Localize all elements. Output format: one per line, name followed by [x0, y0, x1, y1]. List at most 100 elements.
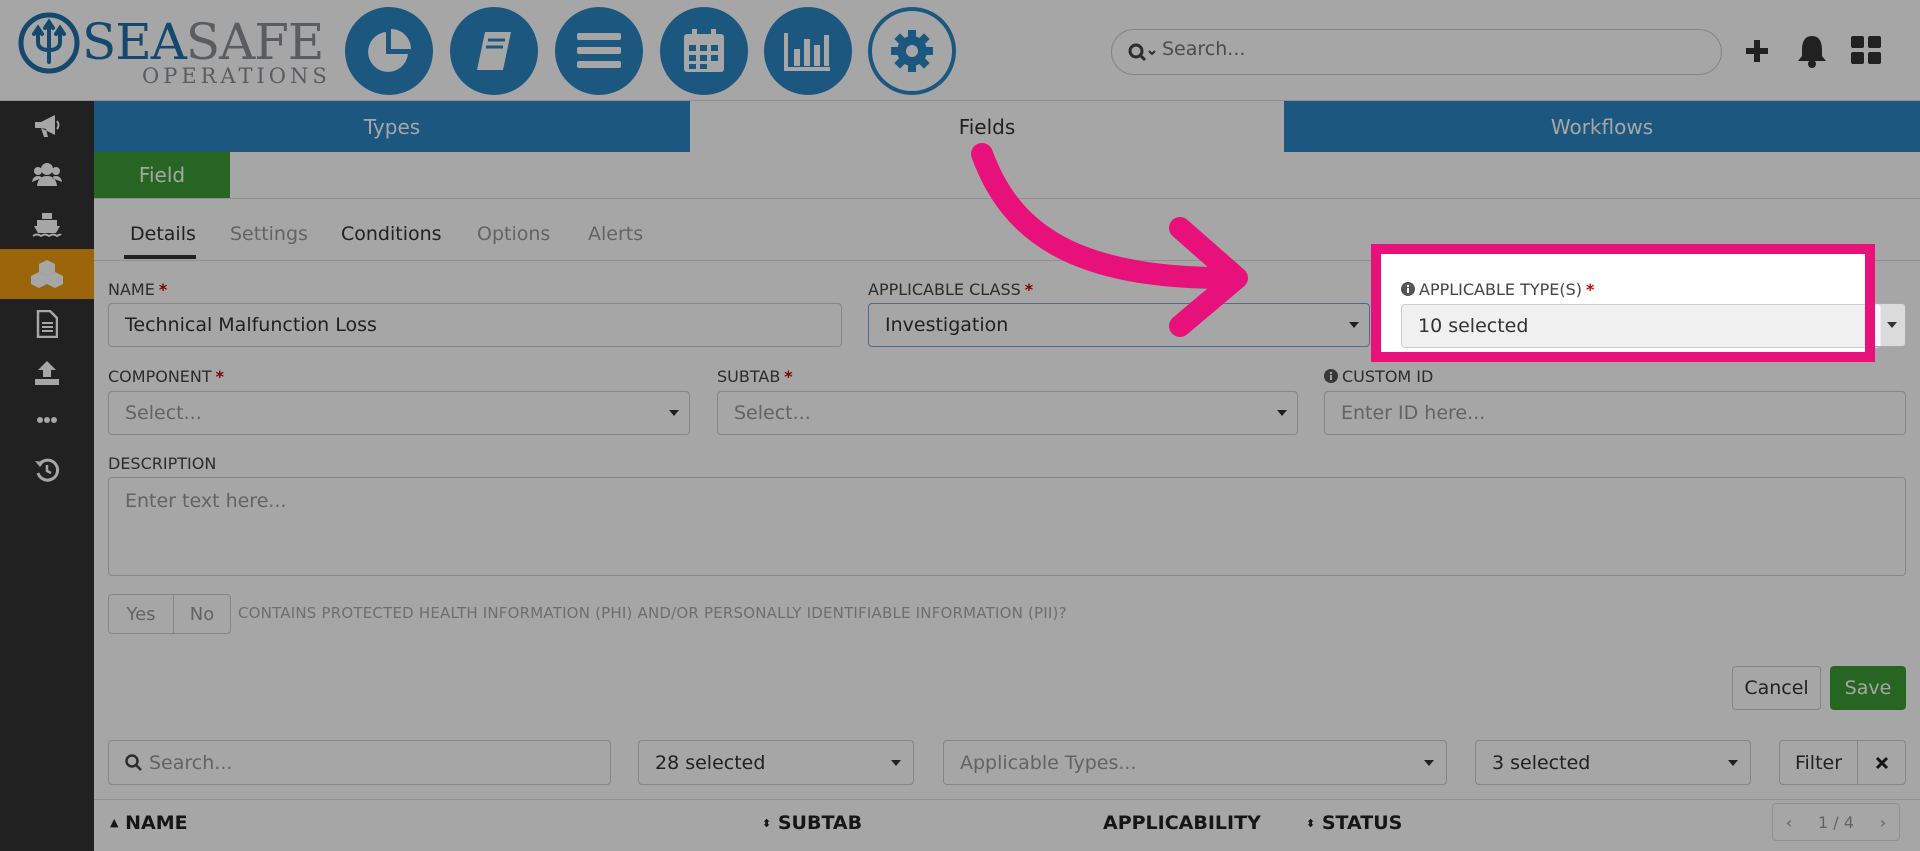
status-filter-value: 3 selected: [1492, 751, 1591, 774]
page-indicator: 1 / 4: [1818, 812, 1854, 832]
next-page-icon[interactable]: ›: [1880, 813, 1886, 832]
component-placeholder: Select...: [125, 402, 202, 424]
calendar-icon: [684, 29, 724, 72]
global-search-input[interactable]: [1162, 38, 1702, 60]
list-nav-button[interactable]: [555, 7, 643, 95]
subtab-settings[interactable]: Settings: [230, 223, 308, 245]
component-select[interactable]: Select...: [108, 391, 690, 435]
calendar-nav-button[interactable]: [660, 7, 748, 95]
brand-name: SEASAFE: [82, 13, 324, 71]
cubes-icon: [31, 260, 63, 288]
search-icon: [1128, 43, 1156, 62]
subtab-options[interactable]: Options: [477, 223, 550, 245]
sidebar-item-users[interactable]: [0, 149, 94, 199]
list-icon: [577, 33, 621, 68]
history-icon: [35, 458, 60, 482]
pie-chart-icon: [368, 29, 411, 72]
sidebar-item-more[interactable]: [0, 395, 94, 445]
component-filter-value: 28 selected: [655, 751, 766, 774]
bar-chart-icon: [784, 33, 830, 71]
types-filter-select[interactable]: Applicable Types...: [943, 740, 1447, 785]
seasafe-logo[interactable]: SEASAFE OPERATIONS: [18, 10, 327, 90]
caret-down-icon: [1349, 322, 1359, 328]
table-header: ▲ NAME ⬍ SUBTAB APPLICABILITY ⬍ STATUS: [94, 799, 1920, 851]
field-button[interactable]: Field: [94, 152, 230, 198]
phi-no-button[interactable]: No: [173, 594, 231, 634]
column-header-subtab[interactable]: ⬍ SUBTAB: [762, 812, 862, 834]
column-header-applicability: APPLICABILITY: [1103, 812, 1261, 834]
column-header-name[interactable]: ▲ NAME: [110, 812, 188, 834]
pagination: ‹ 1 / 4 ›: [1772, 803, 1900, 841]
subtab-details[interactable]: Details: [130, 223, 196, 245]
upload-icon: [35, 361, 59, 385]
description-label: DESCRIPTION: [108, 454, 217, 473]
subtab-alerts[interactable]: Alerts: [588, 223, 643, 245]
sort-icon: ⬍: [1306, 817, 1316, 830]
sidebar-item-announcements[interactable]: [0, 101, 94, 151]
subtab-select[interactable]: Select...: [717, 391, 1298, 435]
global-search[interactable]: [1111, 29, 1722, 75]
brand-subtitle: OPERATIONS: [142, 64, 331, 88]
left-sidebar: [0, 101, 94, 851]
caret-down-icon: [669, 410, 679, 416]
caret-down-icon: [1277, 410, 1287, 416]
custom-id-label: CUSTOM ID: [1324, 367, 1433, 386]
caret-down-icon: [1887, 322, 1897, 328]
megaphone-icon: [35, 115, 60, 137]
sidebar-item-history[interactable]: [0, 445, 94, 495]
users-icon: [32, 163, 62, 186]
subtab-placeholder: Select...: [734, 402, 811, 424]
ellipsis-icon: [37, 417, 57, 423]
sidebar-item-upload[interactable]: [0, 347, 94, 397]
top-header: SEASAFE OPERATIONS: [0, 0, 1920, 101]
name-label: NAME *: [108, 280, 168, 299]
sidebar-item-documents[interactable]: [0, 299, 94, 349]
list-search-placeholder: Search...: [149, 751, 233, 774]
prev-page-icon[interactable]: ‹: [1786, 813, 1792, 832]
apps-grid-icon[interactable]: [1851, 36, 1881, 64]
caret-down-icon: [1424, 760, 1434, 766]
save-button[interactable]: Save: [1830, 666, 1906, 710]
tab-types[interactable]: Types: [94, 101, 690, 152]
plus-icon[interactable]: [1744, 38, 1770, 64]
bell-icon[interactable]: [1796, 34, 1828, 68]
clear-filter-button[interactable]: [1857, 740, 1906, 785]
search-icon: [125, 753, 142, 771]
document-icon: [36, 310, 58, 338]
dashboard-nav-button[interactable]: [345, 7, 433, 95]
description-textarea[interactable]: Enter text here...: [108, 477, 1906, 576]
caret-down-icon: [1728, 760, 1738, 766]
reports-nav-button[interactable]: [764, 7, 852, 95]
logbook-nav-button[interactable]: [450, 7, 538, 95]
trident-logo-icon: [18, 12, 80, 74]
cancel-button[interactable]: Cancel: [1732, 666, 1821, 710]
status-filter-select[interactable]: 3 selected: [1475, 740, 1751, 785]
pointer-arrow-icon: [971, 143, 1248, 337]
tab-workflows[interactable]: Workflows: [1284, 101, 1920, 152]
component-label: COMPONENT *: [108, 367, 225, 386]
gear-icon: [891, 30, 933, 72]
close-icon: [1875, 756, 1888, 769]
sidebar-item-vessels[interactable]: [0, 199, 94, 249]
caret-down-icon: [891, 760, 901, 766]
sort-icon: ▲: [110, 816, 119, 829]
active-subtab-underline: [124, 255, 196, 259]
list-search[interactable]: Search...: [108, 740, 611, 785]
column-header-status[interactable]: ⬍ STATUS: [1306, 812, 1402, 834]
info-icon: [1324, 369, 1338, 383]
book-icon: [477, 32, 511, 70]
component-filter-select[interactable]: 28 selected: [638, 740, 914, 785]
highlight-frame: [1371, 244, 1875, 362]
sort-icon: ⬍: [762, 817, 772, 830]
ship-icon: [32, 213, 62, 237]
types-filter-placeholder: Applicable Types...: [960, 751, 1137, 774]
custom-id-input[interactable]: Enter ID here...: [1324, 391, 1906, 435]
subtab-conditions[interactable]: Conditions: [341, 223, 442, 245]
phi-yes-button[interactable]: Yes: [108, 594, 174, 634]
subtab-label: SUBTAB *: [717, 367, 793, 386]
filter-button[interactable]: Filter: [1779, 740, 1858, 785]
phi-question-label: CONTAINS PROTECTED HEALTH INFORMATION (P…: [238, 604, 1067, 622]
sidebar-item-configuration[interactable]: [0, 249, 94, 299]
settings-nav-button[interactable]: [868, 7, 956, 95]
name-field[interactable]: Technical Malfunction Loss: [108, 303, 842, 347]
